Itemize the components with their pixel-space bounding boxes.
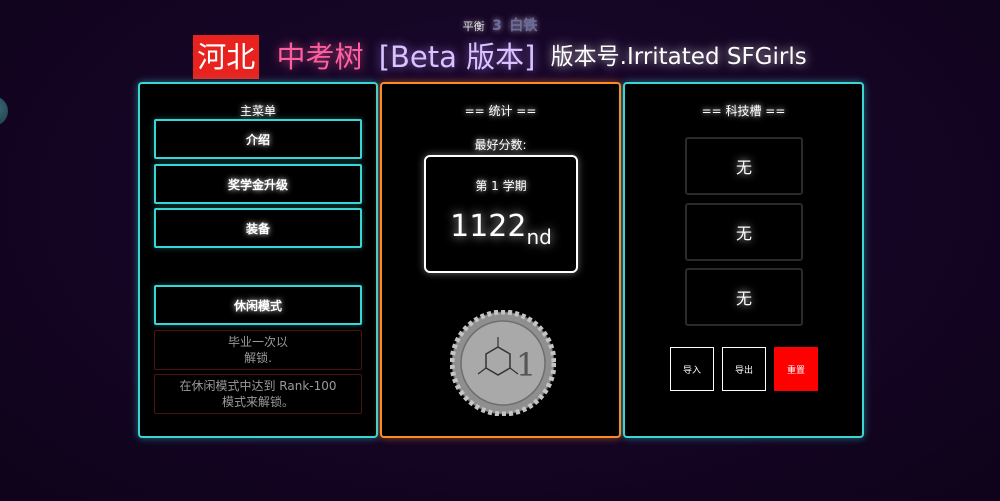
equipment-button[interactable]: 装备 (154, 208, 362, 248)
balance-value: 3 (492, 18, 502, 34)
locked-mode-1-line2: 解锁. (244, 351, 272, 365)
stats-title: == 统计 == (464, 104, 537, 118)
best-score-label: 最好分数: (474, 138, 527, 152)
tech-slot-2[interactable]: 无 (685, 203, 803, 261)
game-name: 中考树 (276, 40, 364, 74)
locked-mode-1-line1: 毕业一次以 (227, 335, 288, 349)
tech-slots-panel: == 科技槽 == 无 无 无 导入 导出 重置 (623, 82, 864, 438)
casual-mode-label: 休闲模式 (233, 298, 282, 313)
status-bar: 平衡 3 白铁 (0, 15, 1000, 35)
rank-value: 1122nd (426, 209, 576, 249)
locked-mode-1: 毕业一次以 解锁. (154, 330, 362, 370)
balance-label: 平衡 (462, 20, 485, 33)
locked-mode-2-line1: 在休闲模式中达到 Rank-100 (179, 379, 337, 393)
equipment-button-label: 装备 (245, 221, 270, 236)
grade-label: 白铁 (509, 18, 538, 34)
intro-button-label: 介绍 (245, 132, 270, 147)
tech-slot-3-label: 无 (735, 289, 752, 308)
beta-tag: [Beta 版本] (378, 40, 536, 74)
stats-panel: == 统计 == 最好分数: 第 1 学期 1122nd 1 (380, 82, 621, 438)
edge-decoration (0, 96, 8, 126)
coin-numeral: 1 (516, 346, 536, 384)
tech-slot-3[interactable]: 无 (685, 268, 803, 326)
rank-number: 1122 (450, 209, 527, 244)
game-title: 河北 中考树 [Beta 版本] 版本号.Irritated SFGirls (0, 33, 1000, 79)
locked-mode-2-line2: 模式来解锁。 (221, 395, 294, 409)
scholarship-upgrade-button[interactable]: 奖学金升级 (154, 164, 362, 204)
province-badge: 河北 (193, 35, 260, 79)
export-button[interactable]: 导出 (722, 347, 766, 391)
tech-slots-title: == 科技槽 == (701, 104, 786, 118)
intro-button[interactable]: 介绍 (154, 119, 362, 159)
main-menu-title: 主菜单 (239, 104, 276, 118)
tech-slot-1-label: 无 (735, 158, 752, 177)
best-score-card: 第 1 学期 1122nd (424, 155, 578, 273)
tech-slot-2-label: 无 (735, 224, 752, 243)
semester-label: 第 1 学期 (475, 179, 527, 193)
version-label: 版本号.Irritated SFGirls (550, 44, 807, 70)
reset-button[interactable]: 重置 (774, 347, 818, 391)
export-button-label: 导出 (734, 365, 753, 376)
scholarship-upgrade-label: 奖学金升级 (227, 177, 288, 192)
rank-suffix: nd (526, 225, 552, 249)
coin-icon: 1 (450, 310, 556, 416)
tech-slot-1[interactable]: 无 (685, 137, 803, 195)
import-button[interactable]: 导入 (670, 347, 714, 391)
reset-button-label: 重置 (786, 365, 805, 376)
locked-mode-2: 在休闲模式中达到 Rank-100 模式来解锁。 (154, 374, 362, 414)
casual-mode-button[interactable]: 休闲模式 (154, 285, 362, 325)
import-button-label: 导入 (682, 365, 701, 376)
main-menu-panel: 主菜单 介绍 奖学金升级 装备 休闲模式 毕业一次以 解锁. 在休闲模式中达到 … (138, 82, 378, 438)
